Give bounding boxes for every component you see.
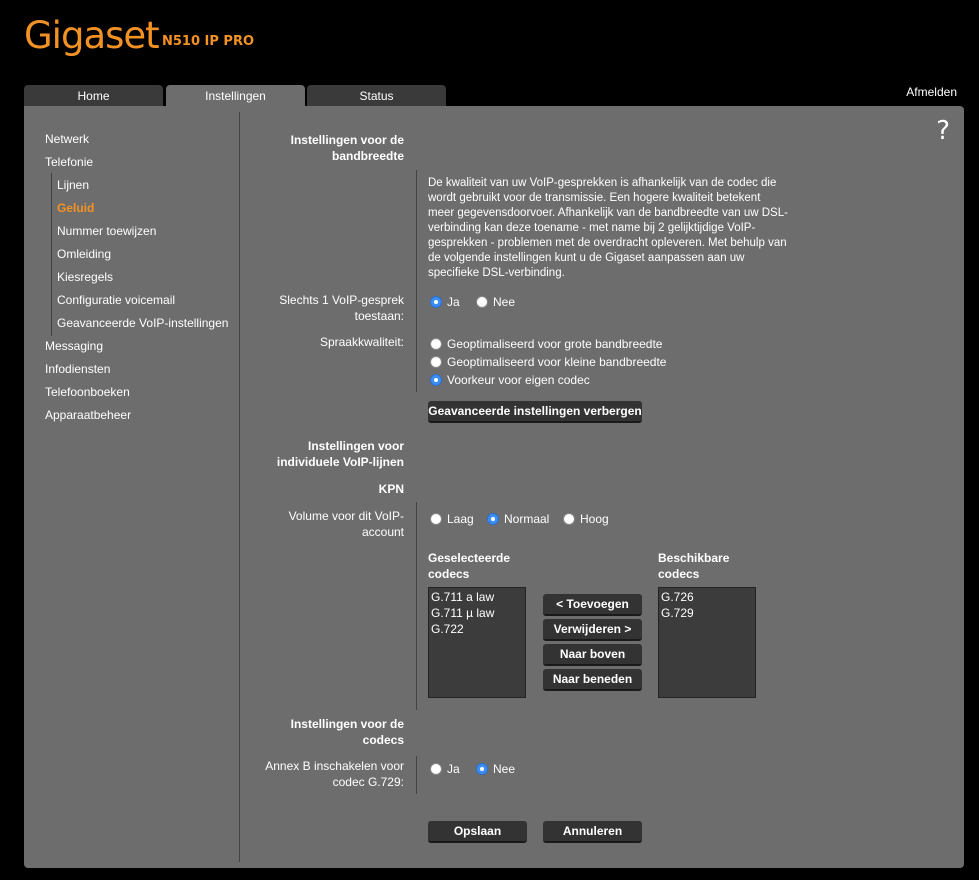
lines-field-line: [416, 502, 417, 710]
sidebar-item-omleiding[interactable]: Omleiding: [57, 247, 111, 261]
quality-option-small[interactable]: Geoptimaliseerd voor kleine bandbreedte: [430, 355, 666, 369]
logo-text: Gigaset: [24, 14, 160, 57]
sidebar-item-apparaatbeheer[interactable]: Apparaatbeheer: [45, 408, 131, 422]
sidebar-item-telefonie[interactable]: Telefonie: [45, 155, 93, 169]
nav-subtree-line: [51, 173, 52, 336]
tab-status[interactable]: Status: [307, 85, 446, 106]
list-item[interactable]: G.722: [431, 621, 523, 637]
lines-heading: Instellingen voor individuele VoIP-lijne…: [276, 439, 404, 469]
sidebar-item-geavanceerde-voip[interactable]: Geavanceerde VoIP-instellingen: [57, 316, 228, 330]
gigaset-logo: Gigaset: [24, 14, 160, 57]
add-codec-button[interactable]: < Toevoegen: [543, 594, 642, 616]
volume-low-radio[interactable]: Laag: [430, 512, 474, 526]
volume-label: Volume voor dit VoIP- account: [288, 509, 404, 539]
bandwidth-description: De kwaliteit van uw VoIP-gesprekken is a…: [428, 177, 788, 279]
annex-b-label: Annex B inschakelen voor codec G.729:: [265, 759, 404, 789]
selected-codecs-heading: Geselecteerde codecs: [428, 551, 511, 581]
logout-link[interactable]: Afmelden: [906, 85, 957, 99]
hide-advanced-button[interactable]: Geavanceerde instellingen verbergen: [428, 401, 642, 423]
model-name: N510 IP PRO: [162, 34, 255, 49]
radio-selected-icon: [476, 763, 488, 775]
remove-codec-button[interactable]: Verwijderen >: [543, 619, 642, 641]
available-codecs-heading: Beschikbare codecs: [658, 551, 730, 581]
list-item[interactable]: G.726: [661, 589, 753, 605]
list-item[interactable]: G.729: [661, 605, 753, 621]
sidebar-item-telefoonboeken[interactable]: Telefoonboeken: [45, 385, 130, 399]
list-item[interactable]: G.711 a law: [431, 589, 523, 605]
radio-icon: [563, 513, 575, 525]
sidebar-item-lijnen[interactable]: Lijnen: [57, 178, 89, 192]
provider-name: KPN: [378, 482, 404, 496]
sidebar-item-netwerk[interactable]: Netwerk: [45, 132, 89, 146]
codecs-heading: Instellingen voor de codecs: [290, 717, 404, 747]
list-item[interactable]: G.711 µ law: [431, 605, 523, 621]
radio-selected-icon: [430, 374, 442, 386]
tab-home[interactable]: Home: [24, 85, 163, 106]
help-icon[interactable]: ?: [936, 116, 950, 146]
volume-normal-radio[interactable]: Normaal: [487, 512, 549, 526]
available-codecs-list[interactable]: G.726 G.729: [658, 587, 756, 698]
move-up-button[interactable]: Naar boven: [543, 644, 642, 666]
sidebar-divider: [239, 112, 240, 862]
radio-icon: [430, 513, 442, 525]
annex-b-no-radio[interactable]: Nee: [476, 762, 515, 776]
sidebar-item-infodiensten[interactable]: Infodiensten: [45, 362, 110, 376]
single-call-no-radio[interactable]: Nee: [476, 295, 515, 309]
bandwidth-heading: Instellingen voor de bandbreedte: [290, 133, 404, 163]
settings-panel: ? Netwerk Telefonie Lijnen Geluid Nummer…: [24, 106, 964, 868]
volume-high-radio[interactable]: Hoog: [563, 512, 609, 526]
single-call-label: Slechts 1 VoIP-gesprek toestaan:: [279, 293, 404, 323]
radio-selected-icon: [487, 513, 499, 525]
radio-icon: [430, 763, 442, 775]
save-button[interactable]: Opslaan: [428, 821, 527, 843]
radio-icon: [430, 338, 442, 350]
quality-option-large[interactable]: Geoptimaliseerd voor grote bandbreedte: [430, 337, 662, 351]
sidebar-item-nummer-toewijzen[interactable]: Nummer toewijzen: [57, 224, 156, 238]
radio-icon: [476, 296, 488, 308]
annex-b-yes-radio[interactable]: Ja: [430, 762, 460, 776]
bandwidth-field-line: [416, 170, 417, 392]
sidebar-item-messaging[interactable]: Messaging: [45, 339, 103, 353]
sidebar-item-configuratie-voicemail[interactable]: Configuratie voicemail: [57, 293, 175, 307]
sidebar-item-kiesregels[interactable]: Kiesregels: [57, 270, 113, 284]
move-down-button[interactable]: Naar beneden: [543, 669, 642, 691]
radio-icon: [430, 356, 442, 368]
codecs-field-line: [416, 756, 417, 794]
quality-label: Spraakkwaliteit:: [319, 335, 404, 349]
selected-codecs-list[interactable]: G.711 a law G.711 µ law G.722: [428, 587, 526, 698]
cancel-button[interactable]: Annuleren: [543, 821, 642, 843]
tab-instellingen[interactable]: Instellingen: [166, 85, 305, 106]
single-call-yes-radio[interactable]: Ja: [430, 295, 460, 309]
sidebar-item-geluid[interactable]: Geluid: [57, 201, 94, 215]
quality-option-own-codec[interactable]: Voorkeur voor eigen codec: [430, 373, 590, 387]
radio-selected-icon: [430, 296, 442, 308]
